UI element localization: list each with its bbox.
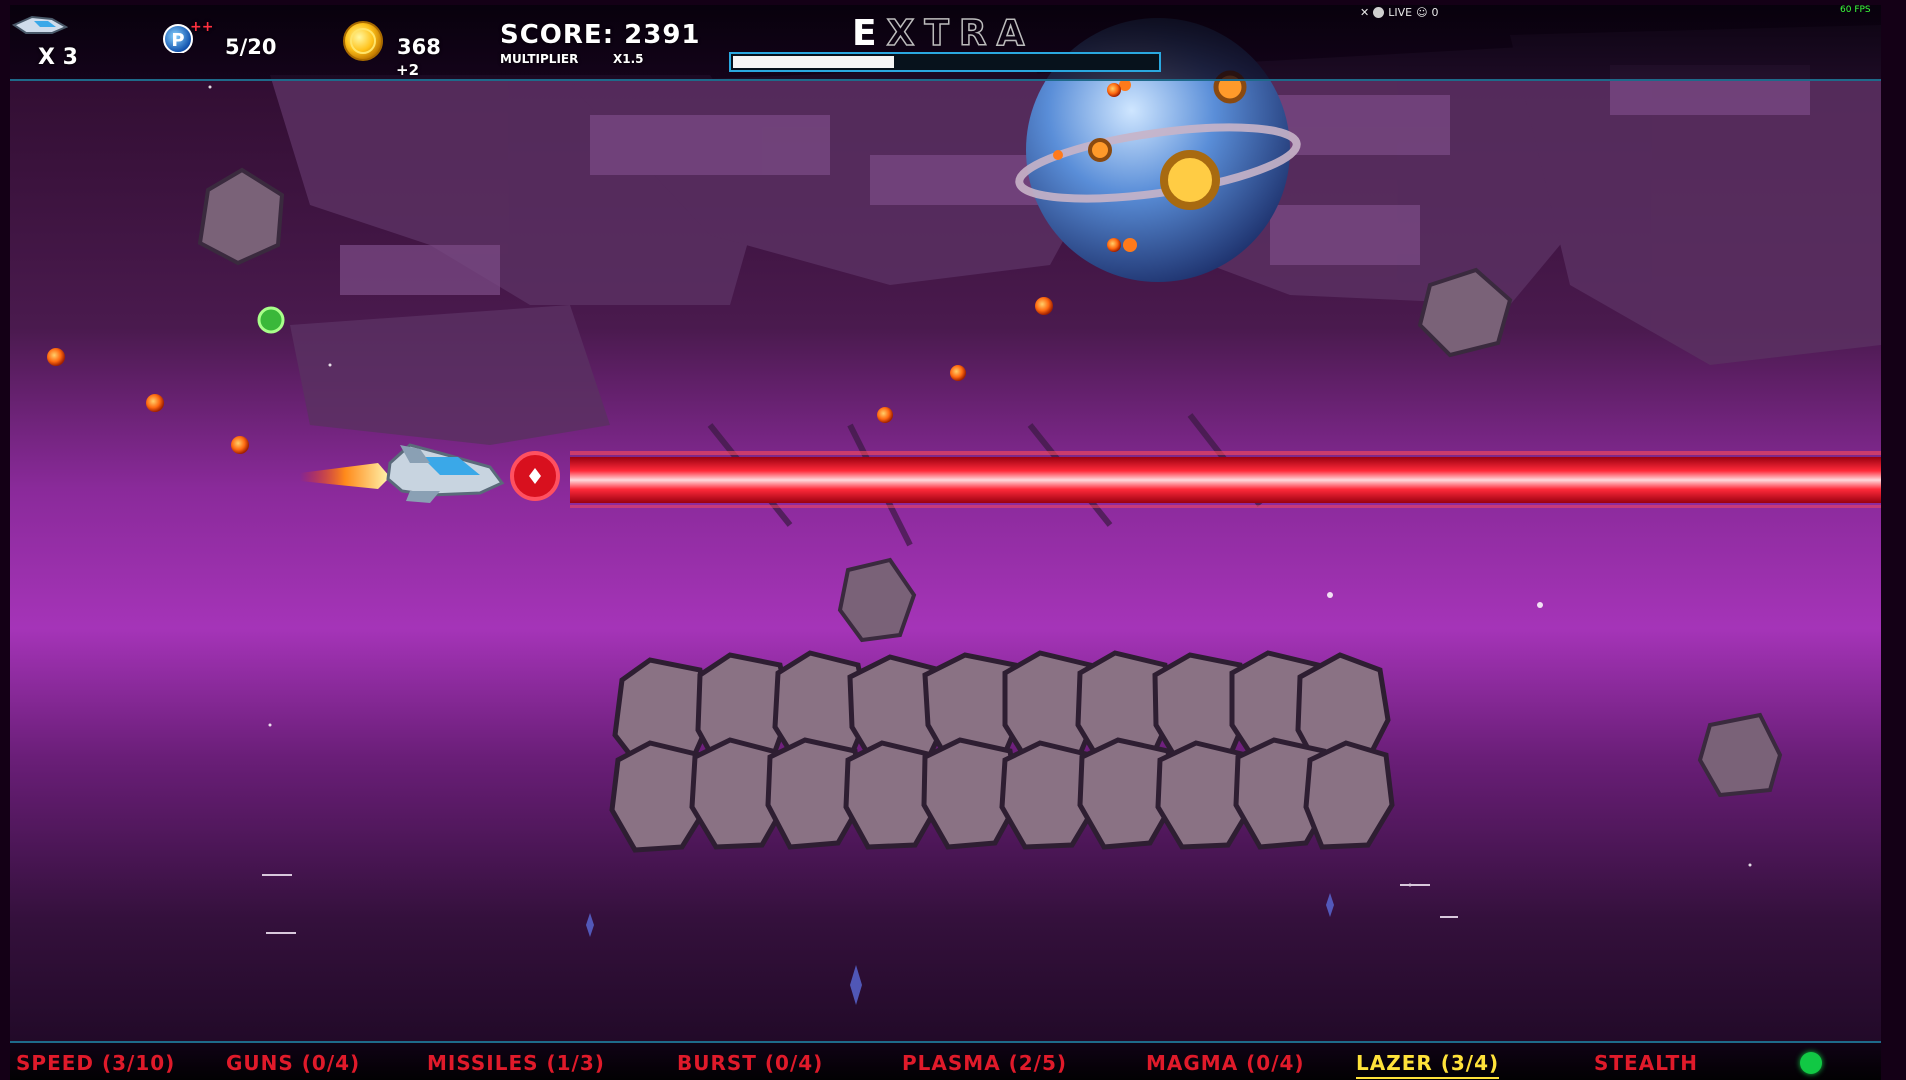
extra-progress-fill [733, 56, 895, 68]
stream-status: ✕ LIVE ☺ 0 [1360, 6, 1439, 19]
extra-letter: A [996, 12, 1025, 55]
coin-icon [343, 21, 383, 61]
weapon-bar: SPEED (3/10) GUNS (0/4) MISSILES (1/3) B… [10, 1041, 1881, 1080]
power-badge: P [171, 30, 184, 51]
extra-progress-bar [729, 52, 1161, 72]
extra-letter: X [886, 12, 915, 55]
extra-letter: T [924, 12, 950, 55]
weapon-lazer[interactable]: LAZER (3/4) [1356, 1051, 1500, 1079]
multiplier-label: MULTIPLIER [500, 52, 579, 66]
live-label: LIVE [1388, 6, 1413, 19]
player-ship-icon [12, 15, 68, 34]
multiplier-value: X1.5 [613, 52, 644, 66]
weapon-magma[interactable]: MAGMA (0/4) [1146, 1051, 1305, 1075]
power-count: 5/20 [225, 35, 277, 59]
lazer-beam [510, 451, 1881, 508]
asteroid-wall [609, 650, 1395, 853]
coin-count: 368 [397, 35, 441, 59]
status-light-icon [1800, 1052, 1822, 1074]
fps-counter: 60 FPS [1840, 5, 1871, 15]
weapon-guns[interactable]: GUNS (0/4) [226, 1051, 360, 1075]
extra-letter: R [958, 12, 987, 55]
record-icon [1373, 7, 1385, 18]
weapon-plasma[interactable]: PLASMA (2/5) [902, 1051, 1067, 1075]
mic-off-icon: ✕ [1360, 6, 1370, 19]
power-plus: ++ [190, 19, 214, 35]
viewers-icon: ☺ [1416, 6, 1428, 19]
extra-letters: EXTRA [852, 12, 1025, 55]
game-viewport: X 3 P ++ 5/20 368 +2 SCORE: 2391 MULTIPL… [10, 5, 1881, 1080]
top-hud: X 3 P ++ 5/20 368 +2 SCORE: 2391 MULTIPL… [10, 5, 1881, 81]
game-scene [10, 5, 1881, 1080]
viewer-count: 0 [1431, 6, 1439, 19]
weapon-stealth[interactable]: STEALTH [1594, 1051, 1698, 1075]
weapon-burst[interactable]: BURST (0/4) [677, 1051, 823, 1075]
coin-bonus: +2 [396, 61, 420, 79]
weapon-missiles[interactable]: MISSILES (1/3) [427, 1051, 605, 1075]
lives-count: X 3 [38, 45, 78, 70]
weapon-speed[interactable]: SPEED (3/10) [16, 1051, 175, 1075]
score-value: SCORE: 2391 [500, 20, 701, 50]
extra-letter: E [852, 13, 877, 54]
